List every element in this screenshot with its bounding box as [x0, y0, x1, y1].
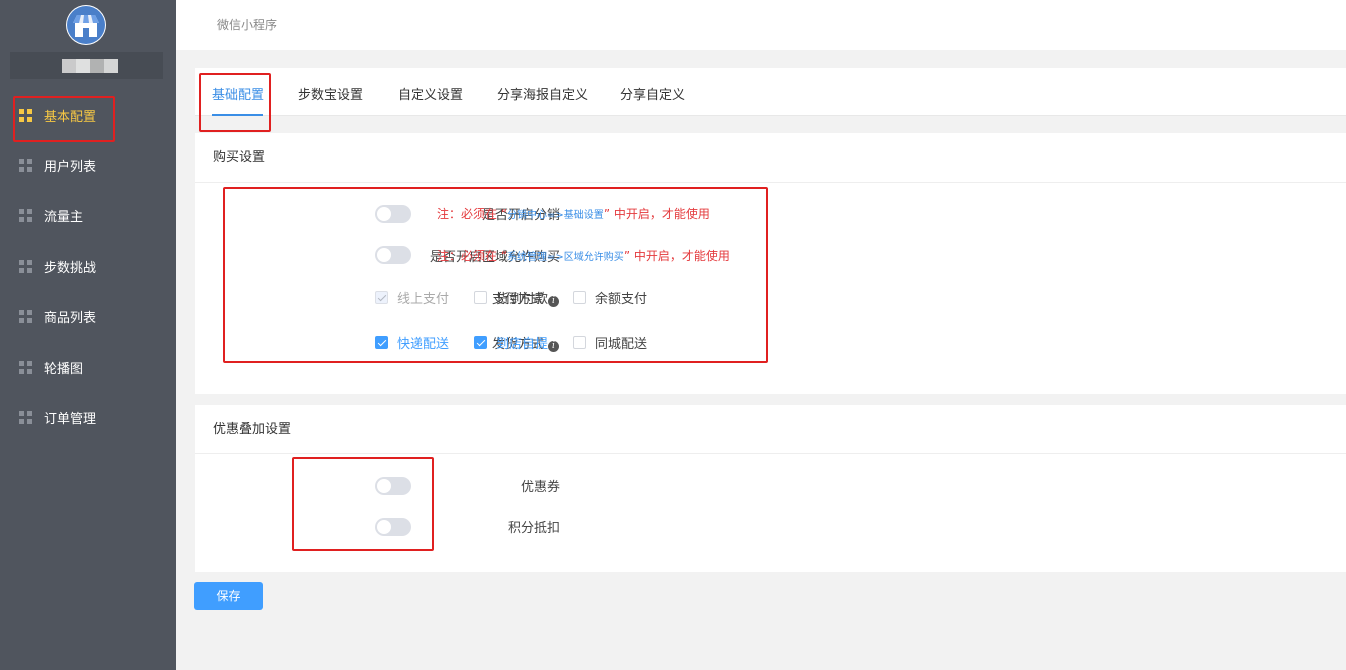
- sidebar-item-traffic[interactable]: 流量主: [0, 190, 176, 240]
- grid-icon: [19, 309, 32, 323]
- sidebar-item-label: 流量主: [44, 209, 84, 225]
- user-name-bar: [10, 52, 163, 79]
- grid-icon: [19, 158, 32, 172]
- sidebar-item-label: 轮播图: [44, 361, 84, 377]
- sidebar-item-label: 步数挑战: [44, 260, 97, 276]
- tab-share-poster[interactable]: 分享海报自定义: [497, 84, 588, 103]
- card-title: 优惠叠加设置: [195, 405, 1346, 454]
- grid-icon: [19, 410, 32, 424]
- sidebar-item-product-list[interactable]: 商品列表: [0, 291, 176, 341]
- tab-share-custom[interactable]: 分享自定义: [620, 84, 685, 103]
- tab-custom-settings[interactable]: 自定义设置: [398, 84, 463, 103]
- breadcrumb[interactable]: 微信小程序: [217, 16, 277, 33]
- sidebar-item-carousel[interactable]: 轮播图: [0, 342, 176, 392]
- sidebar-item-label: 订单管理: [44, 411, 97, 427]
- points-label: 积分抵扣: [507, 521, 560, 536]
- coupon-label: 优惠券: [520, 480, 560, 495]
- blurred-username: [62, 59, 118, 73]
- store-logo-icon: [66, 5, 106, 45]
- tab-step-settings[interactable]: 步数宝设置: [298, 84, 363, 103]
- sidebar-item-user-list[interactable]: 用户列表: [0, 140, 176, 190]
- highlight-box: [13, 96, 115, 142]
- grid-icon: [19, 360, 32, 374]
- card-title: 购买设置: [195, 133, 1346, 183]
- save-button[interactable]: 保存: [194, 582, 263, 610]
- grid-icon: [19, 208, 32, 222]
- grid-icon: [19, 259, 32, 273]
- sidebar-item-label: 商品列表: [44, 310, 97, 326]
- highlight-box: [199, 73, 271, 132]
- highlight-box: [223, 187, 768, 363]
- sidebar-item-orders[interactable]: 订单管理: [0, 392, 176, 442]
- top-bar: 微信小程序: [176, 0, 1346, 50]
- highlight-box: [292, 457, 434, 551]
- tab-bar: 基础配置 步数宝设置 自定义设置 分享海报自定义 分享自定义: [195, 68, 1346, 116]
- sidebar-item-label: 用户列表: [44, 159, 97, 175]
- sidebar-item-step-challenge[interactable]: 步数挑战: [0, 241, 176, 291]
